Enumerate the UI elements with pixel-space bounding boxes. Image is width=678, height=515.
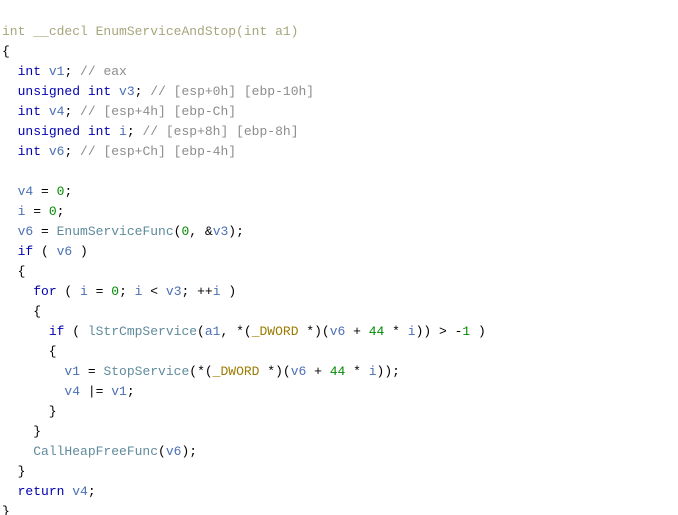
comment: // [esp+8h] [ebp-8h] — [142, 124, 298, 139]
var-v6: v6 — [49, 144, 65, 159]
comment: // [esp+0h] [ebp-10h] — [150, 84, 314, 99]
number: 0 — [111, 284, 119, 299]
keyword-if: if — [49, 324, 65, 339]
var-i: i — [369, 364, 377, 379]
keyword-int: int — [18, 144, 41, 159]
var-v3: v3 — [119, 84, 135, 99]
code-line: v4 = 0; — [2, 184, 72, 199]
code-line: } — [2, 464, 25, 479]
keyword-for: for — [33, 284, 56, 299]
type-dword: _DWORD — [213, 364, 260, 379]
var-v6: v6 — [330, 324, 346, 339]
var-v3: v3 — [213, 224, 229, 239]
var-v1: v1 — [64, 364, 80, 379]
code-line: CallHeapFreeFunc(v6); — [2, 444, 197, 459]
var-i: i — [119, 124, 127, 139]
code-line: int __cdecl EnumServiceAndStop(int a1) — [2, 24, 298, 39]
comment: // [esp+4h] [ebp-Ch] — [80, 104, 236, 119]
keyword-unsigned-int: unsigned int — [18, 84, 112, 99]
fn-stopservice: StopService — [103, 364, 189, 379]
code-line: { — [2, 264, 25, 279]
code-line: for ( i = 0; i < v3; ++i ) — [2, 284, 236, 299]
var-a1: a1 — [205, 324, 221, 339]
code-line: v4 |= v1; — [2, 384, 135, 399]
fn-callheapfreefunc: CallHeapFreeFunc — [33, 444, 158, 459]
code-line: int v1; // eax — [2, 64, 127, 79]
signature-rest: __cdecl EnumServiceAndStop( — [33, 24, 244, 39]
keyword-unsigned-int: unsigned int — [18, 124, 112, 139]
var-v6: v6 — [166, 444, 182, 459]
signature-param-type: int — [244, 24, 267, 39]
code-line: } — [2, 504, 10, 515]
brace-close: } — [2, 464, 25, 479]
code-line: int v6; // [esp+Ch] [ebp-4h] — [2, 144, 236, 159]
var-v6: v6 — [57, 244, 73, 259]
var-v4: v4 — [49, 104, 65, 119]
fn-lstrcmpservice: lStrCmpService — [88, 324, 197, 339]
keyword-if: if — [18, 244, 34, 259]
var-i: i — [213, 284, 221, 299]
var-v1: v1 — [111, 384, 127, 399]
code-line: { — [2, 44, 10, 59]
code-line: if ( lStrCmpService(a1, *(_DWORD *)(v6 +… — [2, 324, 486, 339]
code-line: } — [2, 404, 57, 419]
comment: // eax — [80, 64, 127, 79]
var-v4: v4 — [18, 184, 34, 199]
number: 44 — [330, 364, 346, 379]
signature-close: ) — [291, 24, 299, 39]
var-v4: v4 — [72, 484, 88, 499]
signature-type: int — [2, 24, 25, 39]
code-line: unsigned int v3; // [esp+0h] [ebp-10h] — [2, 84, 314, 99]
var-v6: v6 — [291, 364, 307, 379]
code-line: { — [2, 304, 41, 319]
code-line: v1 = StopService(*(_DWORD *)(v6 + 44 * i… — [2, 364, 400, 379]
brace-close: } — [2, 404, 57, 419]
keyword-int: int — [18, 104, 41, 119]
code-line: unsigned int i; // [esp+8h] [ebp-8h] — [2, 124, 299, 139]
code-line: } — [2, 424, 41, 439]
code-line: { — [2, 344, 57, 359]
decompiled-code-block: int __cdecl EnumServiceAndStop(int a1) {… — [0, 0, 678, 515]
code-line: int v4; // [esp+4h] [ebp-Ch] — [2, 104, 236, 119]
var-v1: v1 — [49, 64, 65, 79]
comment: // [esp+Ch] [ebp-4h] — [80, 144, 236, 159]
var-v6: v6 — [18, 224, 34, 239]
number: 0 — [49, 204, 57, 219]
brace-open: { — [2, 44, 10, 59]
keyword-return: return — [18, 484, 65, 499]
signature-param-name: a1 — [267, 24, 290, 39]
brace-open: { — [2, 344, 57, 359]
brace-close: } — [2, 504, 10, 515]
code-line: return v4; — [2, 484, 96, 499]
var-i: i — [408, 324, 416, 339]
code-line: if ( v6 ) — [2, 244, 88, 259]
number: 44 — [369, 324, 385, 339]
var-v3: v3 — [166, 284, 182, 299]
brace-open: { — [2, 264, 25, 279]
code-line: v6 = EnumServiceFunc(0, &v3); — [2, 224, 244, 239]
code-line: i = 0; — [2, 204, 64, 219]
fn-enumservicefunc: EnumServiceFunc — [57, 224, 174, 239]
brace-close: } — [2, 424, 41, 439]
var-i: i — [80, 284, 88, 299]
type-dword: _DWORD — [252, 324, 299, 339]
brace-open: { — [2, 304, 41, 319]
var-v4: v4 — [64, 384, 80, 399]
keyword-int: int — [18, 64, 41, 79]
